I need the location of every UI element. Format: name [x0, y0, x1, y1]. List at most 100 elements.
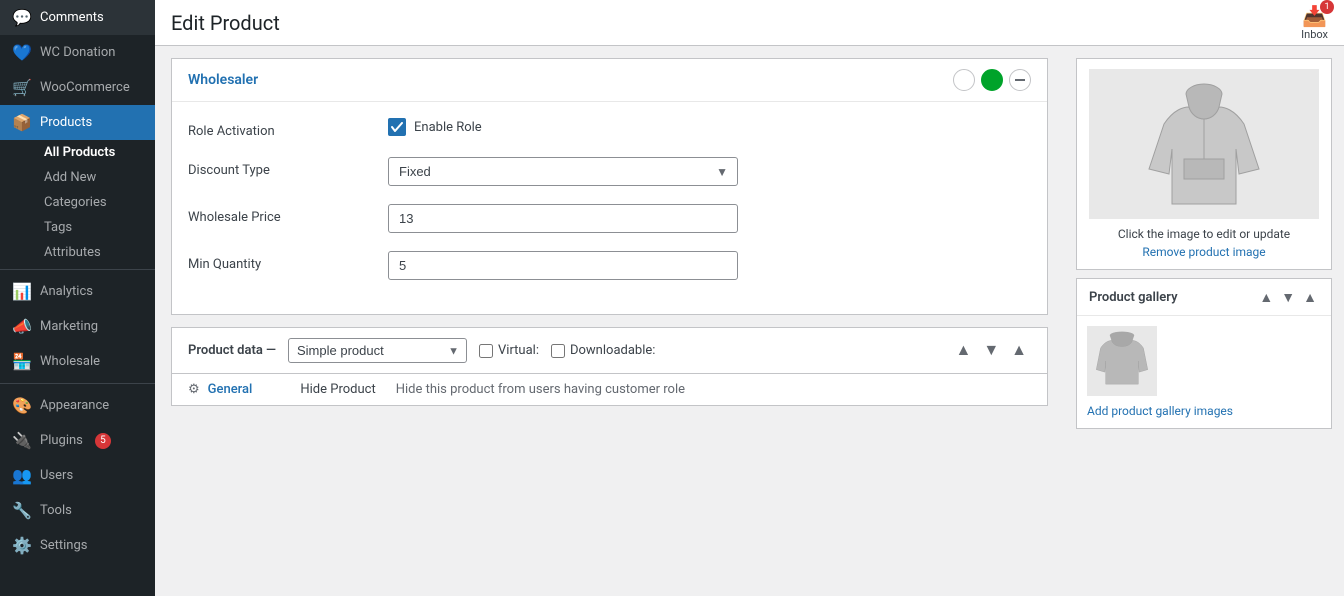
sidebar-item-plugins[interactable]: 🔌 Plugins 5	[0, 423, 155, 458]
sidebar-item-woocommerce-label: WooCommerce	[40, 80, 130, 95]
main-area: Edit Product 📥 1 Inbox Wholesaler	[155, 0, 1344, 596]
sidebar-item-categories[interactable]: Categories	[32, 190, 155, 215]
sidebar-item-tags[interactable]: Tags	[32, 215, 155, 240]
gallery-down-btn[interactable]: ▼	[1279, 287, 1297, 307]
downloadable-checkbox[interactable]	[551, 344, 565, 358]
sidebar-item-tools-label: Tools	[40, 503, 72, 518]
woocommerce-icon: 🛒	[12, 78, 32, 97]
discount-type-field: Fixed Percentage ▼	[388, 157, 1031, 186]
sidebar-item-attributes[interactable]: Attributes	[32, 240, 155, 265]
product-type-select[interactable]: Simple product Grouped product External/…	[288, 338, 467, 363]
data-bar-actions: ▲ ▼ ▲	[951, 340, 1031, 362]
sidebar-item-categories-label: Categories	[44, 195, 107, 210]
sidebar-item-appearance[interactable]: 🎨 Appearance	[0, 388, 155, 423]
checkmark-icon	[391, 122, 403, 132]
sidebar-item-marketing[interactable]: 📣 Marketing	[0, 309, 155, 344]
sidebar-item-users[interactable]: 👥 Users	[0, 458, 155, 493]
gallery-thumb-svg	[1092, 331, 1152, 391]
expand-full-btn[interactable]: ▲	[1007, 340, 1031, 362]
inbox-button[interactable]: 📥 1 Inbox	[1301, 4, 1328, 41]
sidebar-item-wc-donation-label: WC Donation	[40, 45, 115, 60]
wholesale-price-field	[388, 204, 1031, 233]
sidebar-item-products-label: Products	[40, 115, 92, 130]
sidebar-item-wholesale[interactable]: 🏪 Wholesale	[0, 344, 155, 379]
enable-role-row: Enable Role	[388, 118, 1031, 136]
min-quantity-input[interactable]	[388, 251, 738, 280]
sidebar-item-settings[interactable]: ⚙️ Settings	[0, 528, 155, 563]
appearance-icon: 🎨	[12, 396, 32, 415]
discount-type-label: Discount Type	[188, 157, 388, 178]
topbar-right: 📥 1 Inbox	[1301, 4, 1328, 41]
wholesaler-header: Wholesaler	[172, 59, 1047, 102]
hide-product-label: Hide Product	[300, 382, 375, 397]
sidebar-item-plugins-label: Plugins	[40, 433, 83, 448]
downloadable-label[interactable]: Downloadable:	[551, 343, 655, 358]
gallery-expand-btn[interactable]: ▲	[1301, 287, 1319, 307]
sidebar-item-woocommerce[interactable]: 🛒 WooCommerce	[0, 70, 155, 105]
plugins-icon: 🔌	[12, 431, 32, 450]
sidebar-item-wholesale-label: Wholesale	[40, 354, 100, 369]
sidebar-item-add-new[interactable]: Add New	[32, 165, 155, 190]
sidebar-item-comments-label: Comments	[40, 10, 104, 25]
gallery-header: Product gallery ▲ ▼ ▲	[1077, 279, 1331, 316]
sidebar-item-products[interactable]: 📦 Products	[0, 105, 155, 140]
wholesaler-body: Role Activation Enable Role	[172, 102, 1047, 314]
inbox-label: Inbox	[1301, 28, 1328, 41]
sidebar-item-tools[interactable]: 🔧 Tools	[0, 493, 155, 528]
sidebar-item-all-products[interactable]: All Products	[32, 140, 155, 165]
role-activation-field: Enable Role	[388, 118, 1031, 136]
analytics-icon: 📊	[12, 282, 32, 301]
wholesaler-title: Wholesaler	[188, 72, 258, 88]
min-quantity-row: Min Quantity	[188, 251, 1031, 280]
expand-down-btn[interactable]: ▼	[979, 340, 1003, 362]
wholesaler-card: Wholesaler Role Activation	[171, 58, 1048, 315]
page-title: Edit Product	[171, 11, 280, 35]
minus-icon	[1015, 79, 1025, 81]
product-gallery-box: Product gallery ▲ ▼ ▲ Add product ga	[1076, 278, 1332, 429]
products-icon: 📦	[12, 113, 32, 132]
product-data-label: Product data —	[188, 343, 276, 358]
remove-product-image-link[interactable]: Remove product image	[1142, 245, 1265, 259]
virtual-checkbox[interactable]	[479, 344, 493, 358]
product-image-inner: Click the image to edit or update Remove…	[1077, 59, 1331, 269]
gallery-up-btn[interactable]: ▲	[1257, 287, 1275, 307]
settings-icon: ⚙️	[12, 536, 32, 555]
center-panel: Wholesaler Role Activation	[155, 46, 1064, 596]
product-data-bar: Product data — Simple product Grouped pr…	[171, 327, 1048, 374]
wc-donation-icon: 💙	[12, 43, 32, 62]
tools-icon: 🔧	[12, 501, 32, 520]
hoodie-svg	[1144, 79, 1264, 209]
content-area: Wholesaler Role Activation	[155, 46, 1344, 596]
product-image-hint: Click the image to edit or update	[1118, 227, 1290, 241]
wholesaler-circle-empty[interactable]	[953, 69, 975, 91]
wholesaler-collapse-btn[interactable]	[1009, 69, 1031, 91]
role-activation-row: Role Activation Enable Role	[188, 118, 1031, 139]
sidebar-item-wc-donation[interactable]: 💙 WC Donation	[0, 35, 155, 70]
virtual-label[interactable]: Virtual:	[479, 343, 539, 358]
wholesale-price-row: Wholesale Price	[188, 204, 1031, 233]
sidebar-item-appearance-label: Appearance	[40, 398, 109, 413]
marketing-icon: 📣	[12, 317, 32, 336]
wholesaler-controls	[953, 69, 1031, 91]
enable-role-checkbox[interactable]	[388, 118, 406, 136]
wholesale-price-input[interactable]	[388, 204, 738, 233]
hide-product-hint: Hide this product from users having cust…	[396, 382, 685, 397]
wholesaler-circle-green[interactable]	[981, 69, 1003, 91]
gallery-controls: ▲ ▼ ▲	[1257, 287, 1319, 307]
gallery-thumbnail[interactable]	[1087, 326, 1157, 396]
general-icon: ⚙	[188, 382, 200, 397]
wholesale-price-label: Wholesale Price	[188, 204, 388, 225]
wholesale-icon: 🏪	[12, 352, 32, 371]
sidebar-item-marketing-label: Marketing	[40, 319, 98, 334]
sidebar-item-comments[interactable]: 💬 Comments	[0, 0, 155, 35]
comments-icon: 💬	[12, 8, 32, 27]
add-gallery-images-link[interactable]: Add product gallery images	[1087, 404, 1321, 418]
gallery-title: Product gallery	[1089, 290, 1178, 305]
topbar: Edit Product 📥 1 Inbox	[155, 0, 1344, 46]
sidebar-item-analytics[interactable]: 📊 Analytics	[0, 274, 155, 309]
product-image[interactable]	[1089, 69, 1319, 219]
discount-type-select[interactable]: Fixed Percentage	[388, 157, 738, 186]
expand-up-btn[interactable]: ▲	[951, 340, 975, 362]
sidebar-item-analytics-label: Analytics	[40, 284, 93, 299]
users-icon: 👥	[12, 466, 32, 485]
